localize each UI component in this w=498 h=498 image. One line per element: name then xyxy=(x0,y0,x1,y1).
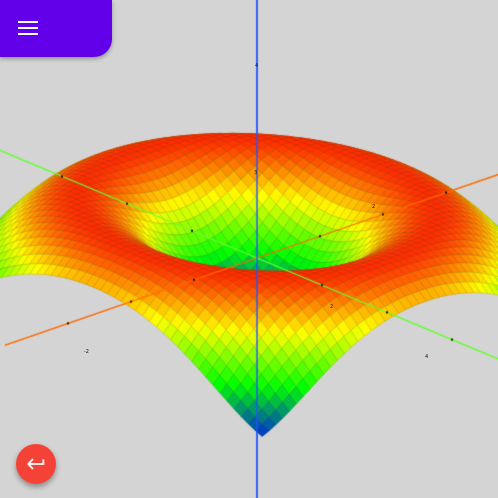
z-tick-label: 4 xyxy=(255,63,259,69)
y-tick-label: 4 xyxy=(425,354,429,360)
x-tick-label: -2 xyxy=(84,349,89,355)
back-button[interactable] xyxy=(16,444,56,484)
menu-icon xyxy=(18,21,38,37)
y-tick-label: 2 xyxy=(330,304,334,310)
x-tick-label: 2 xyxy=(372,204,376,210)
z-tick-label: 3 xyxy=(254,170,258,176)
return-arrow-icon xyxy=(26,458,45,470)
menu-button[interactable] xyxy=(0,0,112,57)
surface-plot-canvas[interactable] xyxy=(0,0,498,498)
